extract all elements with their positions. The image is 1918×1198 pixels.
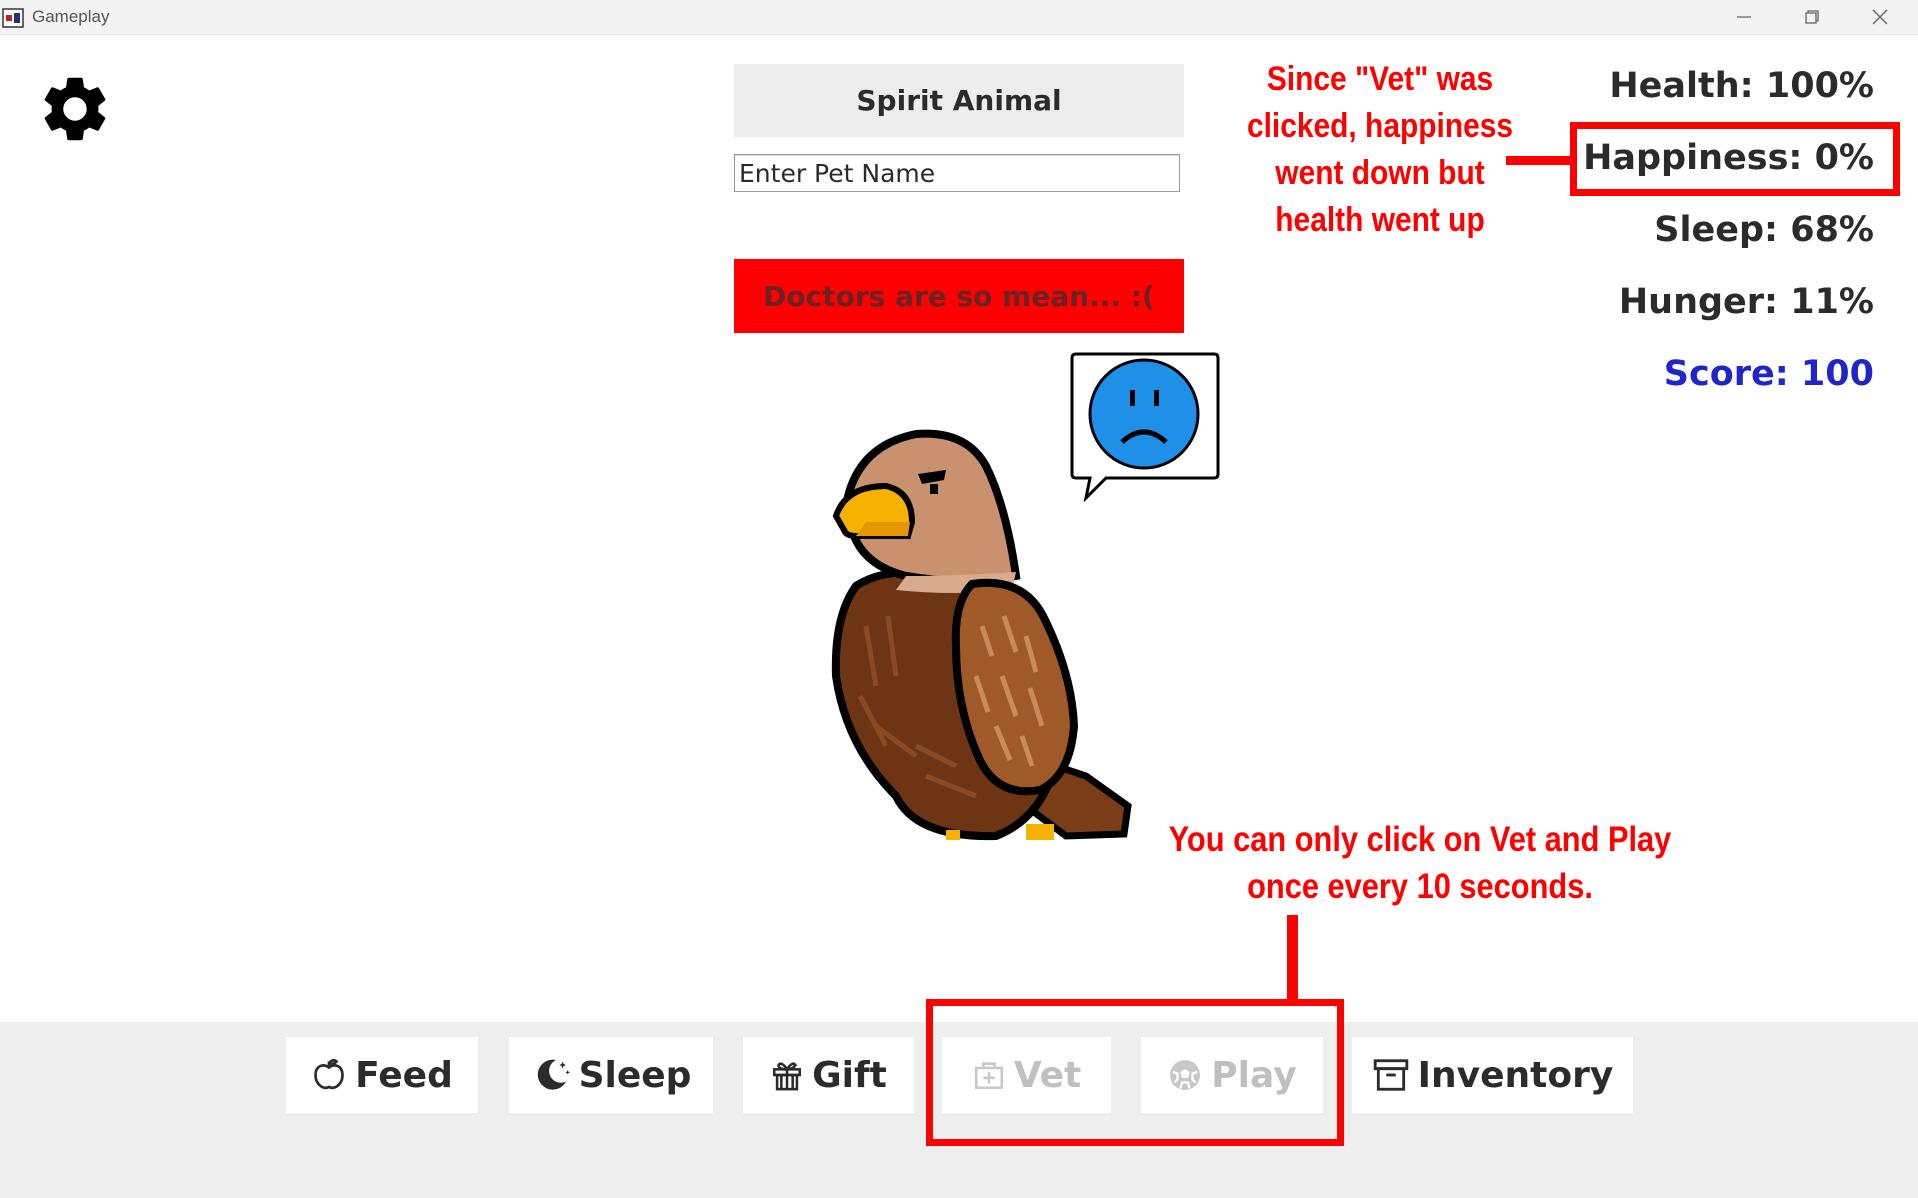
inventory-label: Inventory <box>1417 1054 1614 1096</box>
annotation-connector <box>1287 915 1298 1001</box>
minimize-icon <box>1737 16 1751 18</box>
gift-icon <box>773 1062 802 1091</box>
gear-icon[interactable] <box>36 70 114 148</box>
annotation-highlight-cooldown-buttons <box>926 999 1344 1146</box>
window-title: Gameplay <box>32 7 110 26</box>
health-stat: Health: 100% <box>1609 66 1874 106</box>
title-bar: Gameplay <box>0 0 1918 35</box>
maximize-button[interactable] <box>1778 0 1846 34</box>
annotation-highlight-happiness <box>1570 122 1900 196</box>
close-icon <box>1872 9 1888 25</box>
annotation-connector <box>1506 156 1572 165</box>
minimize-button[interactable] <box>1710 0 1778 34</box>
pet-message-banner: Doctors are so mean... :( <box>734 259 1184 333</box>
annotation-cooldown-note: You can only click on Vet and Play once … <box>1168 820 1672 906</box>
gift-button[interactable]: Gift <box>743 1037 914 1113</box>
hunger-stat: Hunger: 11% <box>1618 282 1874 322</box>
pet-bird <box>831 429 1132 841</box>
app-icon <box>2 8 24 28</box>
moon-icon <box>537 1059 570 1090</box>
apple-icon <box>314 1058 344 1090</box>
feed-button[interactable]: Feed <box>286 1037 478 1113</box>
pet-type-button[interactable]: Spirit Animal <box>734 64 1184 137</box>
sleep-label: Sleep <box>578 1054 692 1096</box>
annotation-happiness-note: Since "Vet" was clicked, happiness went … <box>1246 60 1514 239</box>
close-button[interactable] <box>1846 0 1914 34</box>
maximize-icon <box>1805 10 1819 24</box>
gift-label: Gift <box>812 1054 887 1096</box>
score-stat: Score: 100 <box>1663 354 1874 394</box>
archive-box-icon <box>1373 1059 1408 1091</box>
sleep-button[interactable]: Sleep <box>509 1037 713 1113</box>
pet-name-input[interactable]: Enter Pet Name <box>734 154 1180 192</box>
feed-label: Feed <box>355 1054 453 1096</box>
inventory-button[interactable]: Inventory <box>1352 1037 1633 1113</box>
sleep-stat: Sleep: 68% <box>1654 210 1874 250</box>
